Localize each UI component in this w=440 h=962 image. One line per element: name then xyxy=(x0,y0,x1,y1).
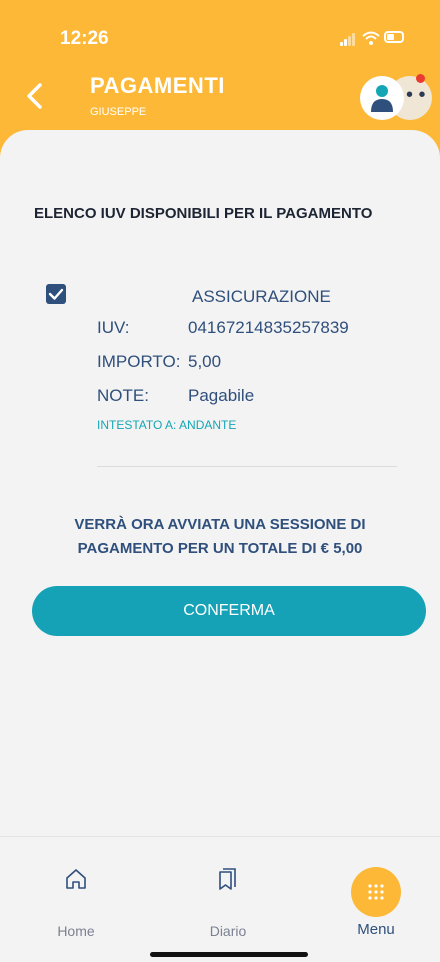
user-icon xyxy=(371,85,393,112)
importo-value: 5,00 xyxy=(188,352,222,371)
status-icons xyxy=(340,28,404,48)
page-subtitle: GIUSEPPE xyxy=(90,106,147,118)
intestato-label: INTESTATO A: ANDANTE xyxy=(97,418,237,432)
note-value: Pagabile xyxy=(188,386,255,405)
iuv-value: 04167214835257839 xyxy=(188,318,349,337)
battery-icon xyxy=(384,31,404,43)
checkmark-icon xyxy=(48,288,64,300)
tab-diario[interactable]: Diario xyxy=(183,857,273,939)
importo-label: IMPORTO: xyxy=(97,352,181,371)
menu-grid-icon xyxy=(351,867,401,917)
summary-line-1: VERRÀ ORA AVVIATA UNA SESSIONE DI xyxy=(74,516,366,533)
home-indicator xyxy=(150,952,308,957)
home-icon xyxy=(66,869,86,889)
tab-home-label: Home xyxy=(57,923,95,939)
notification-badge xyxy=(416,74,425,83)
tab-menu[interactable]: Menu xyxy=(331,857,421,938)
content-panel xyxy=(0,130,440,835)
tab-home[interactable]: Home xyxy=(31,857,121,939)
tab-menu-label: Menu xyxy=(357,921,395,938)
payment-type: ASSICURAZIONE xyxy=(192,287,331,306)
iuv-label: IUV: xyxy=(97,318,130,337)
summary-line-2: PAGAMENTO PER UN TOTALE DI € 5,00 xyxy=(77,540,363,557)
confirm-button[interactable]: CONFERMA xyxy=(32,586,426,636)
diary-icon xyxy=(219,868,236,890)
avatar xyxy=(360,76,404,120)
more-icon: • • xyxy=(406,84,426,106)
signal-icon xyxy=(340,32,356,46)
back-button[interactable] xyxy=(24,82,46,110)
wifi-icon xyxy=(362,31,380,45)
payment-summary: VERRÀ ORA AVVIATA UNA SESSIONE DI PAGAME… xyxy=(40,513,400,561)
iuv-checkbox[interactable] xyxy=(46,284,66,304)
tab-diario-label: Diario xyxy=(209,923,247,939)
section-title: ELENCO IUV DISPONIBILI PER IL PAGAMENTO xyxy=(34,205,373,222)
note-label: NOTE: xyxy=(97,386,149,405)
page-title: PAGAMENTI xyxy=(90,73,225,98)
tab-bar: Home Diario Menu xyxy=(0,836,440,962)
divider xyxy=(97,466,397,467)
profile-switcher[interactable]: • • xyxy=(356,72,432,124)
status-time: 12:26 xyxy=(60,28,109,49)
